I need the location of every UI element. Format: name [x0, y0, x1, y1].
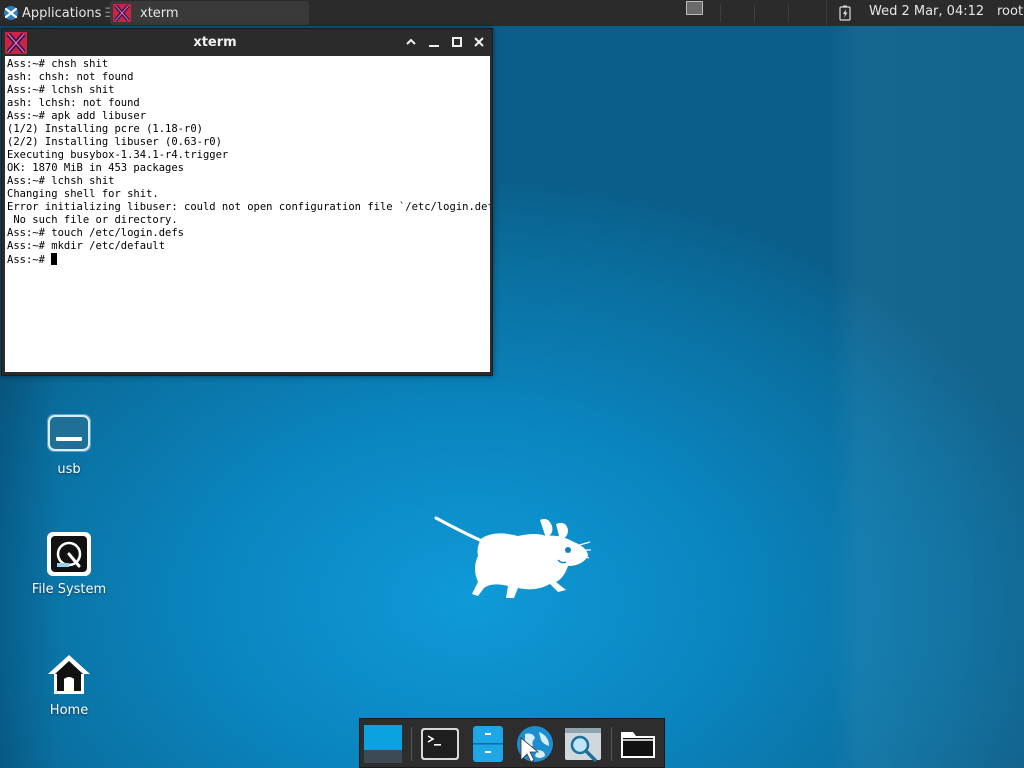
terminal-line: Changing shell for shit.: [7, 188, 159, 200]
terminal-line: Error initializing libuser: could not op…: [7, 201, 490, 213]
taskbar-item-label: xterm: [140, 5, 179, 21]
panel-separator: [788, 4, 789, 22]
terminal-line: Ass:~# apk add libuser: [7, 110, 147, 122]
minimize-icon[interactable]: [427, 35, 441, 49]
applications-menu-button[interactable]: Applications ☰: [0, 0, 116, 26]
user-menu[interactable]: root: [997, 4, 1023, 19]
app-finder-icon[interactable]: [563, 724, 603, 764]
terminal-line: (1/2) Installing pcre (1.18-r0): [7, 123, 203, 135]
desktop-icon-label: Home: [49, 703, 89, 718]
home-icon: [48, 655, 90, 694]
folder-icon[interactable]: [618, 724, 658, 764]
desktop-icon-label: usb: [57, 462, 81, 477]
shade-icon[interactable]: [404, 35, 418, 49]
terminal-line: ash: chsh: not found: [7, 71, 134, 83]
terminal-line: Ass:~# touch /etc/login.defs: [7, 227, 185, 239]
applications-label: Applications: [22, 5, 102, 21]
terminal-prompt: Ass:~#: [7, 254, 52, 266]
terminal-line: ash: lchsh: not found: [7, 97, 140, 109]
maximize-icon[interactable]: [450, 35, 464, 49]
dock-panel: [359, 718, 665, 768]
desktop-icon-home[interactable]: Home: [19, 651, 119, 718]
terminal-output[interactable]: Ass:~# chsh shit ash: chsh: not found As…: [5, 56, 490, 372]
show-desktop-icon[interactable]: [363, 724, 403, 764]
terminal-prompt-line[interactable]: Ass:~#: [7, 253, 488, 266]
window-titlebar[interactable]: xterm: [2, 29, 492, 56]
terminal-line: Ass:~# lchsh shit: [7, 175, 115, 187]
window-title: xterm: [193, 35, 237, 50]
dock-separator: [411, 727, 412, 761]
usb-drive-icon: [47, 414, 91, 452]
xterm-window[interactable]: xterm Ass:~# chsh shit ash: chsh: not fo…: [1, 28, 493, 376]
terminal-line: Executing busybox-1.34.1-r4.trigger: [7, 149, 229, 161]
terminal-line: (2/2) Installing libuser (0.63-r0): [7, 136, 222, 148]
terminal-line: Ass:~# mkdir /etc/default: [7, 240, 166, 252]
clock[interactable]: Wed 2 Mar, 04:12: [869, 4, 984, 19]
top-panel: Applications ☰ xterm Wed 2 Mar, 04:12 ro…: [0, 0, 1024, 26]
xterm-icon: [113, 4, 131, 22]
workspace-switcher[interactable]: [686, 1, 703, 15]
web-browser-icon[interactable]: [515, 724, 555, 764]
terminal-line: Ass:~# chsh shit: [7, 58, 109, 70]
terminal-line: OK: 1870 MiB in 453 packages: [7, 162, 185, 174]
taskbar-item-xterm[interactable]: xterm: [110, 1, 309, 25]
xfce-mouse-logo: [434, 516, 591, 598]
text-cursor: [51, 253, 58, 265]
dock-separator: [611, 727, 612, 761]
panel-separator: [754, 4, 755, 22]
filesystem-icon: [47, 532, 91, 576]
desktop-icon-label: File System: [31, 582, 107, 597]
panel-separator: [720, 4, 721, 22]
desktop-icon-usb[interactable]: usb: [19, 410, 119, 477]
terminal-icon[interactable]: [420, 724, 460, 764]
terminal-line: Ass:~# lchsh shit: [7, 84, 115, 96]
file-manager-icon[interactable]: [468, 724, 508, 764]
close-icon[interactable]: [472, 35, 486, 49]
desktop-icon-filesystem[interactable]: File System: [19, 530, 119, 597]
terminal-line: No such file or directory.: [7, 214, 178, 226]
xfce-logo-icon: [4, 6, 18, 20]
battery-icon[interactable]: [838, 5, 852, 21]
panel-separator: [826, 0, 827, 26]
